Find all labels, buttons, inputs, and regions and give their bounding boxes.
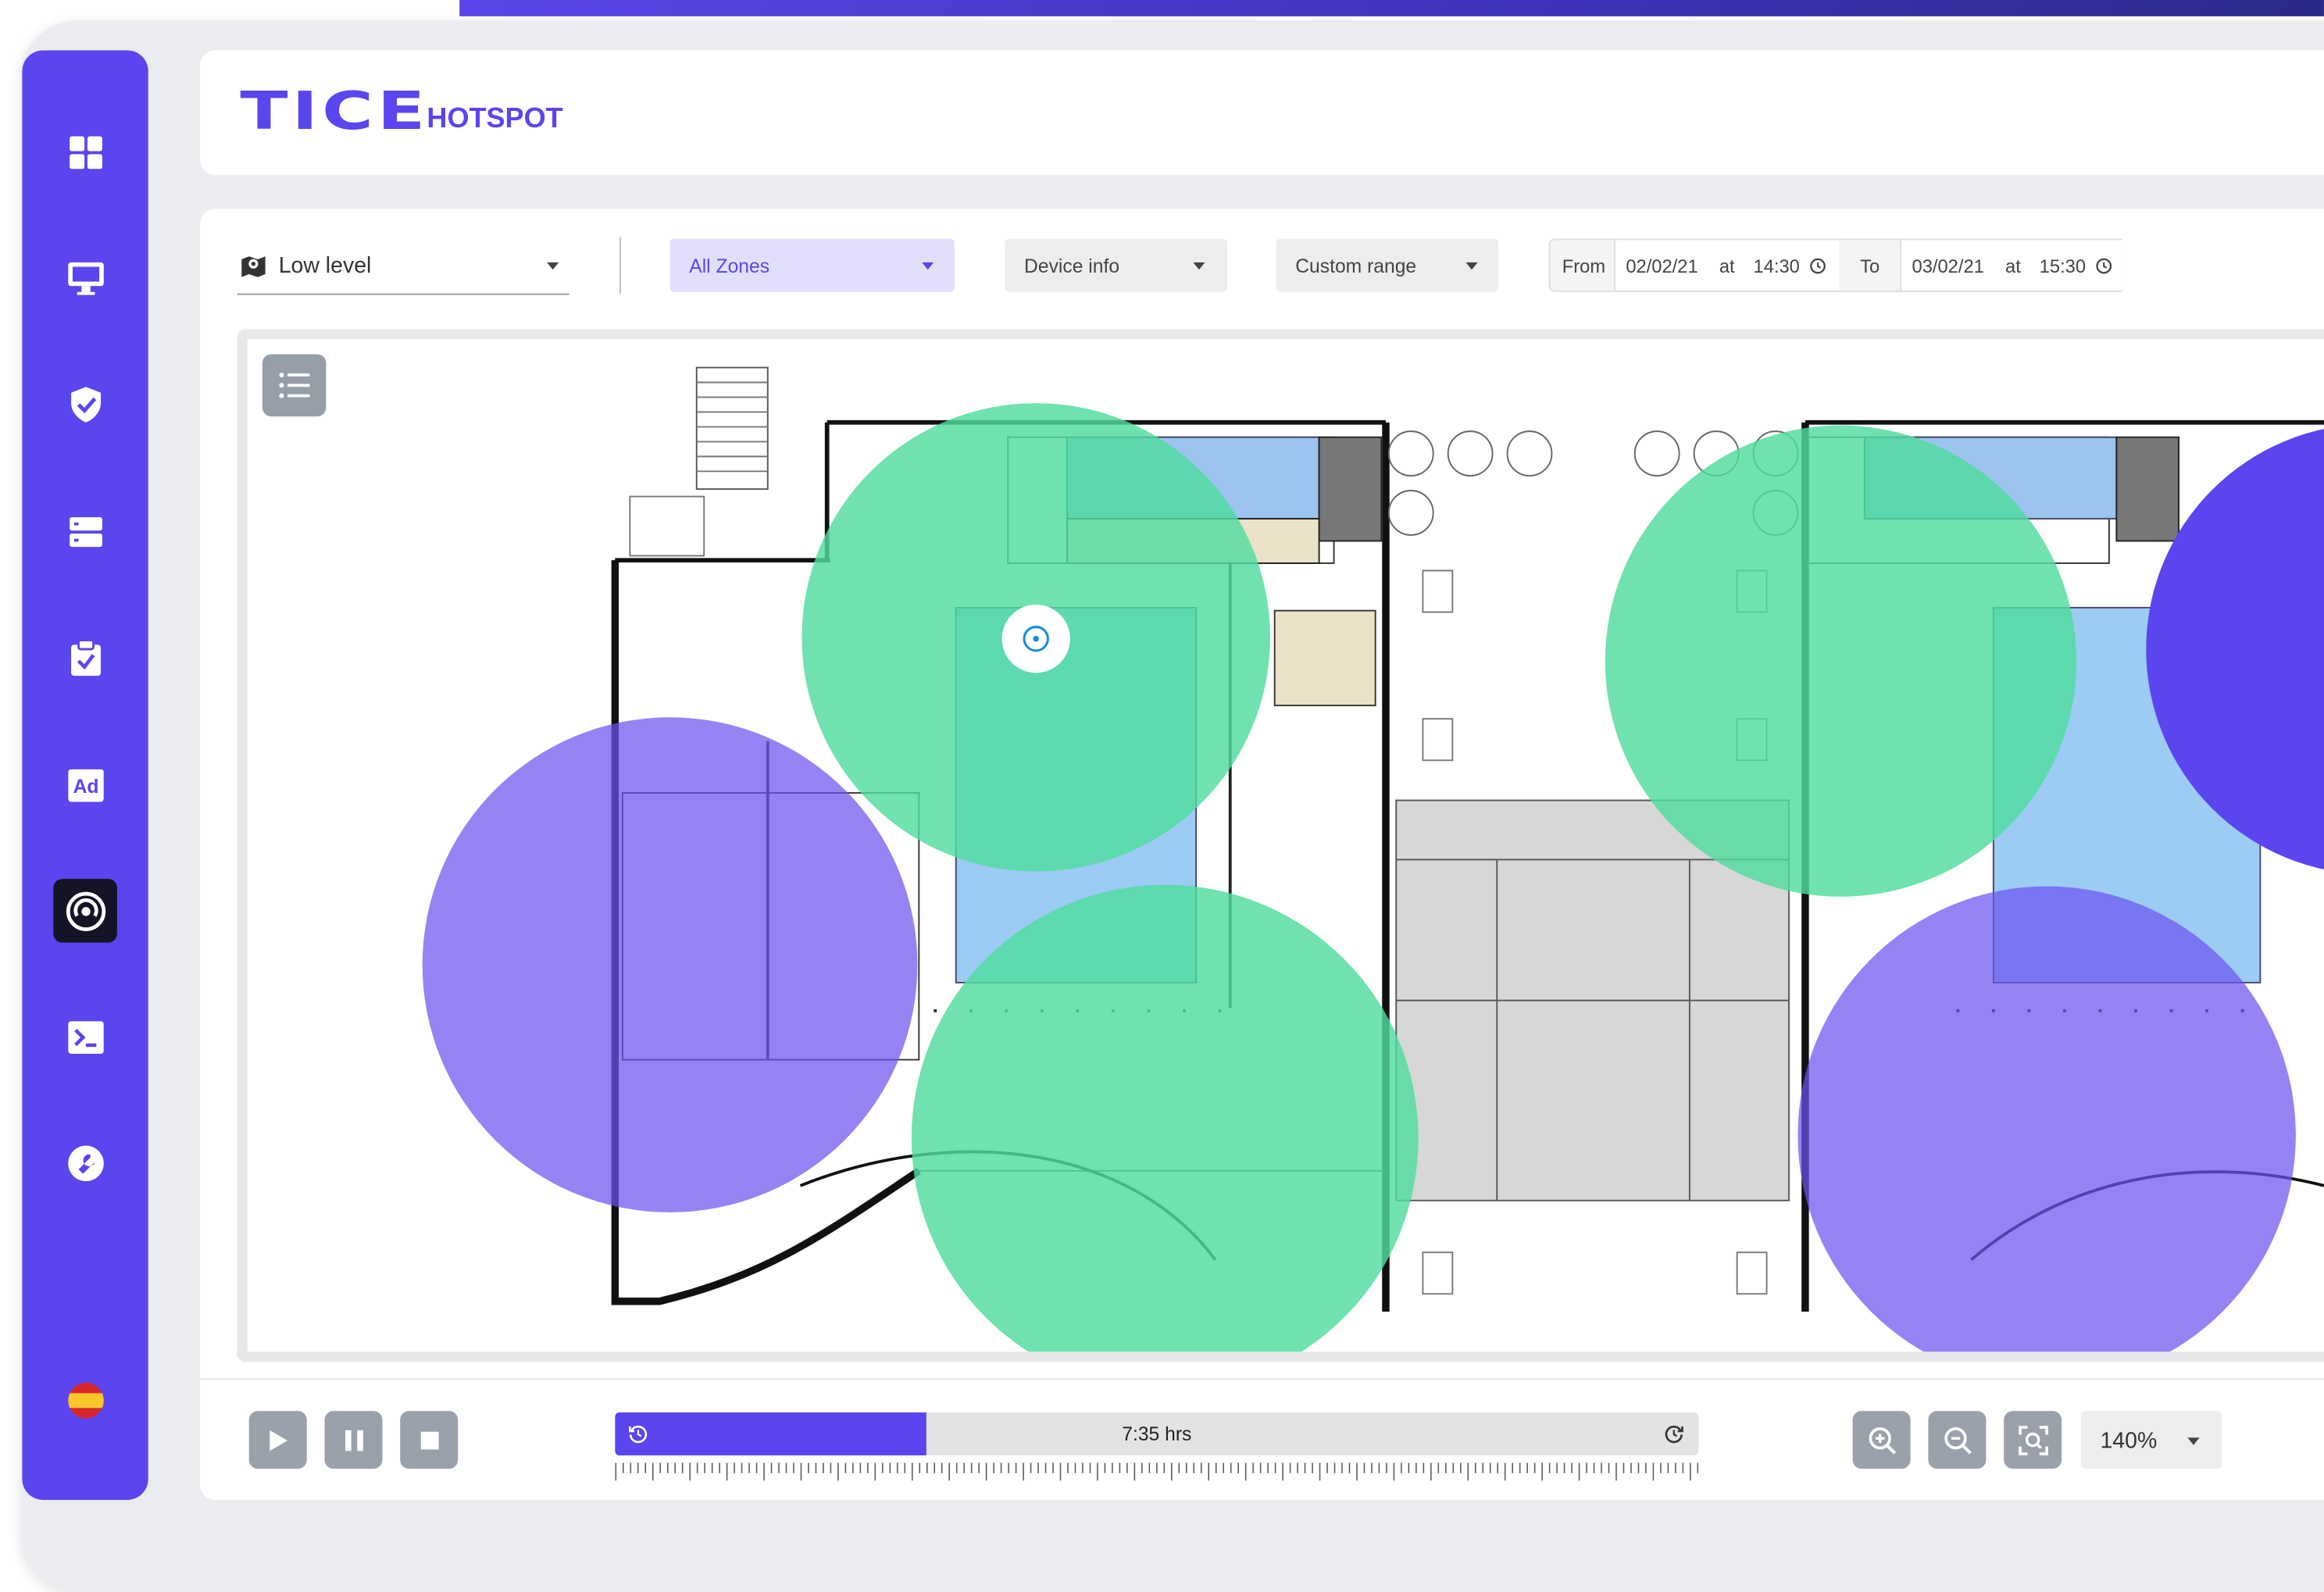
zoom-fit-icon — [2018, 1425, 2048, 1455]
sidebar-item-security[interactable] — [53, 372, 117, 436]
zoom-in-icon — [1868, 1426, 1896, 1454]
app-logo[interactable]: TICE HOTSPOT — [240, 86, 562, 139]
monitor-icon — [67, 261, 103, 294]
to-datetime-field[interactable]: 03/02/21 at 15:30 — [1900, 240, 2126, 291]
server-icon — [69, 516, 102, 547]
range-dropdown-value: Custom range — [1295, 254, 1417, 277]
sidebar-item-settings[interactable] — [53, 1131, 117, 1195]
filter-divider — [619, 237, 621, 294]
date-range-picker: From 02/02/21 at 14:30 To 03/02/21 at 15… — [1548, 238, 2126, 292]
level-select-value: Low level — [278, 253, 372, 279]
map-pin-icon — [241, 255, 266, 277]
chevron-down-icon — [2187, 1437, 2200, 1445]
zoom-out-icon — [1944, 1426, 1971, 1454]
from-date: 02/02/21 — [1626, 256, 1698, 277]
timeline-slider[interactable]: 7:35 hrs — [615, 1412, 1699, 1456]
clock-icon — [1810, 258, 1826, 274]
from-time: 14:30 — [1753, 256, 1800, 277]
timeline-duration: 7:35 hrs — [1122, 1422, 1192, 1445]
clock-reset-icon — [1665, 1425, 1683, 1444]
list-icon — [278, 372, 309, 398]
device-info-dropdown[interactable]: Device info — [1005, 238, 1227, 292]
layers-list-button[interactable] — [262, 354, 327, 417]
to-date: 03/02/21 — [1912, 256, 1984, 277]
chevron-down-icon — [1465, 262, 1478, 270]
zoom-out-button[interactable] — [1928, 1411, 1987, 1469]
play-button[interactable] — [248, 1411, 307, 1469]
stop-button[interactable] — [400, 1411, 459, 1469]
stop-icon — [419, 1430, 438, 1449]
terminal-icon — [67, 1020, 103, 1054]
sidebar-item-dashboard[interactable] — [53, 120, 117, 184]
clipboard-check-icon — [70, 638, 101, 676]
controls-divider — [200, 1378, 2324, 1380]
hotspot-signal-icon — [65, 891, 105, 931]
sidebar-item-tasks[interactable] — [53, 626, 117, 690]
timeline-ruler — [615, 1462, 1699, 1481]
zoom-level-select[interactable]: 140% — [2080, 1411, 2222, 1469]
pause-icon — [344, 1429, 362, 1451]
dashboard-grid-icon — [69, 135, 102, 169]
from-at: at — [1719, 256, 1735, 277]
from-label: From — [1562, 256, 1606, 277]
logo-main-text: TICE — [240, 83, 430, 143]
sidebar-item-monitor[interactable] — [53, 246, 117, 310]
zones-dropdown[interactable]: All Zones — [669, 238, 955, 292]
wrench-icon — [67, 1144, 103, 1181]
sidebar-item-servers[interactable] — [53, 499, 117, 563]
to-at: at — [2005, 256, 2021, 277]
language-selector[interactable] — [53, 1368, 117, 1432]
top-accent-bar — [459, 0, 2324, 16]
play-icon — [269, 1429, 287, 1451]
shield-check-icon — [70, 386, 101, 422]
to-time: 15:30 — [2039, 256, 2087, 277]
zoom-in-button[interactable] — [1852, 1411, 1911, 1469]
zoom-fit-button[interactable] — [2004, 1411, 2062, 1469]
range-dropdown[interactable]: Custom range — [1276, 238, 1499, 292]
spain-flag-icon — [67, 1382, 103, 1418]
svg-text:Ad: Ad — [73, 776, 98, 797]
zones-dropdown-value: All Zones — [689, 254, 770, 277]
sidebar-item-ads[interactable]: Ad — [53, 753, 117, 817]
sidebar-item-hotspot[interactable] — [53, 879, 117, 943]
ad-icon: Ad — [67, 768, 103, 801]
clock-icon — [2096, 258, 2112, 274]
sidebar-item-terminal[interactable] — [53, 1005, 117, 1069]
zoom-level-value: 140% — [2100, 1428, 2158, 1455]
floor-plan-map[interactable] — [237, 329, 2324, 1362]
pause-button[interactable] — [324, 1411, 383, 1469]
chevron-down-icon — [547, 262, 559, 270]
app-stage: Ad TICE HOTSPOT Low level All Zones Devi… — [0, 0, 2324, 1592]
chevron-down-icon — [922, 262, 934, 270]
to-label: To — [1860, 256, 1880, 277]
from-datetime-field[interactable]: 02/02/21 at 14:30 — [1614, 240, 1840, 291]
level-select[interactable]: Low level — [237, 238, 569, 295]
chevron-down-icon — [1193, 262, 1205, 270]
floor-plan-svg — [422, 366, 2324, 1352]
device-info-dropdown-value: Device info — [1024, 254, 1120, 277]
